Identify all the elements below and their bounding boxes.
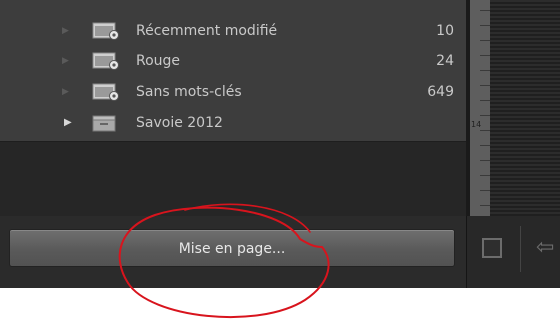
smart-collection-folder-icon xyxy=(92,52,119,70)
page-setup-button[interactable]: Mise en page... xyxy=(9,229,455,267)
collection-count: 10 xyxy=(436,23,454,39)
collection-label: Rouge xyxy=(136,53,181,69)
vertical-ruler: 14 xyxy=(470,0,490,216)
collection-count: 649 xyxy=(427,84,454,100)
collection-count: 24 xyxy=(436,53,454,69)
smart-collection-folder-icon xyxy=(92,83,119,101)
collection-label: Savoie 2012 xyxy=(136,115,223,131)
triangle-right-icon: ▶ xyxy=(62,56,69,66)
arrow-left-icon[interactable]: ⇦ xyxy=(536,236,560,260)
toolbar-separator xyxy=(520,226,521,272)
ruler-marker: 14 xyxy=(471,120,482,129)
collection-set-icon xyxy=(92,115,116,132)
panel-empty-area xyxy=(0,142,466,216)
triangle-right-icon: ▶ xyxy=(62,87,69,97)
collection-row-recently-modified[interactable]: ▶ Récemment modifié 10 xyxy=(0,19,466,43)
preview-area xyxy=(490,0,560,216)
collection-row-no-keywords[interactable]: ▶ Sans mots-clés 649 xyxy=(0,80,466,104)
lightroom-window: ▶ Récemment modifié 10 ▶ Rouge 24 ▶ Sans… xyxy=(0,0,560,330)
triangle-right-icon[interactable]: ▶ xyxy=(64,117,74,129)
triangle-right-icon: ▶ xyxy=(62,26,69,36)
outside-area xyxy=(0,288,560,330)
collections-panel: ▶ Récemment modifié 10 ▶ Rouge 24 ▶ Sans… xyxy=(0,0,466,142)
collection-label: Sans mots-clés xyxy=(136,84,242,100)
page-setup-label: Mise en page... xyxy=(178,241,286,257)
collection-set-savoie-2012[interactable]: ▶ Savoie 2012 xyxy=(0,111,466,135)
collection-row-rouge[interactable]: ▶ Rouge 24 xyxy=(0,49,466,73)
smart-collection-folder-icon xyxy=(92,22,119,40)
checkbox-icon[interactable] xyxy=(482,238,502,258)
collection-label: Récemment modifié xyxy=(136,23,278,39)
